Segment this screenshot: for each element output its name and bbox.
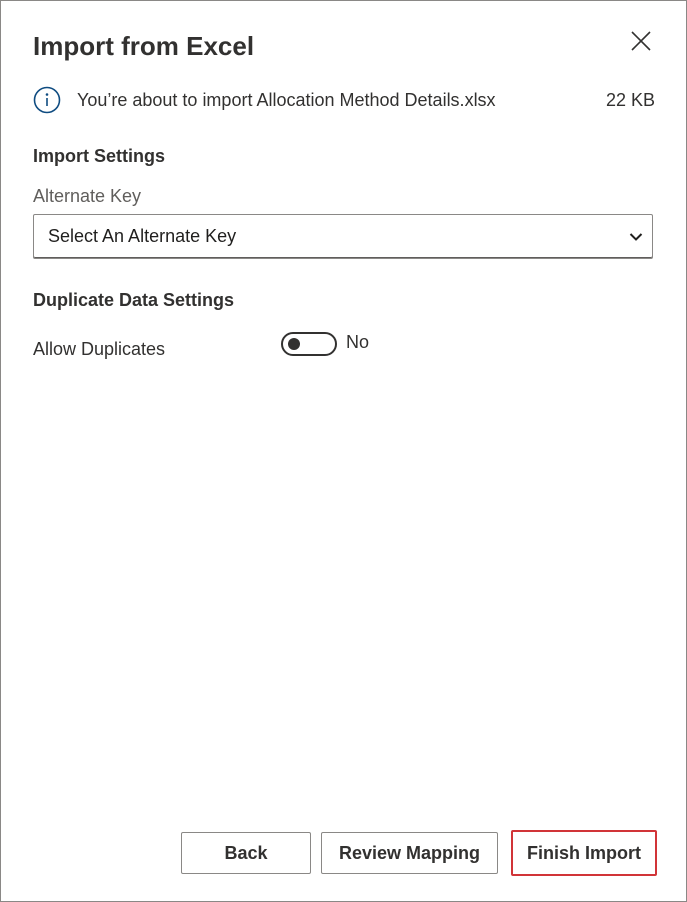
file-size: 22 KB	[605, 89, 655, 110]
allow-duplicates-state: No	[346, 331, 370, 352]
info-icon	[33, 86, 61, 114]
close-button[interactable]	[625, 27, 657, 59]
review-mapping-button[interactable]: Review Mapping	[321, 832, 498, 874]
alternate-key-value: Select An Alternate Key	[48, 226, 237, 246]
allow-duplicates-toggle[interactable]	[281, 332, 337, 356]
alternate-key-label: Alternate Key	[33, 186, 142, 206]
import-settings-heading: Import Settings	[33, 146, 166, 166]
dialog-title: Import from Excel	[33, 31, 255, 61]
close-icon	[631, 30, 651, 56]
alternate-key-select[interactable]: Select An Alternate Key	[33, 214, 653, 259]
back-button[interactable]: Back	[181, 832, 311, 874]
chevron-down-icon	[628, 229, 644, 245]
import-dialog: Import from Excel You’re about to import…	[0, 0, 687, 902]
file-info-row: You’re about to import Allocation Method…	[33, 85, 655, 115]
allow-duplicates-label: Allow Duplicates	[33, 339, 166, 359]
import-file-message: You’re about to import Allocation Method…	[77, 89, 496, 110]
toggle-knob	[288, 338, 300, 350]
finish-import-button[interactable]: Finish Import	[511, 830, 657, 876]
duplicate-settings-heading: Duplicate Data Settings	[33, 290, 235, 310]
allow-duplicates-toggle-row: No	[281, 332, 369, 356]
